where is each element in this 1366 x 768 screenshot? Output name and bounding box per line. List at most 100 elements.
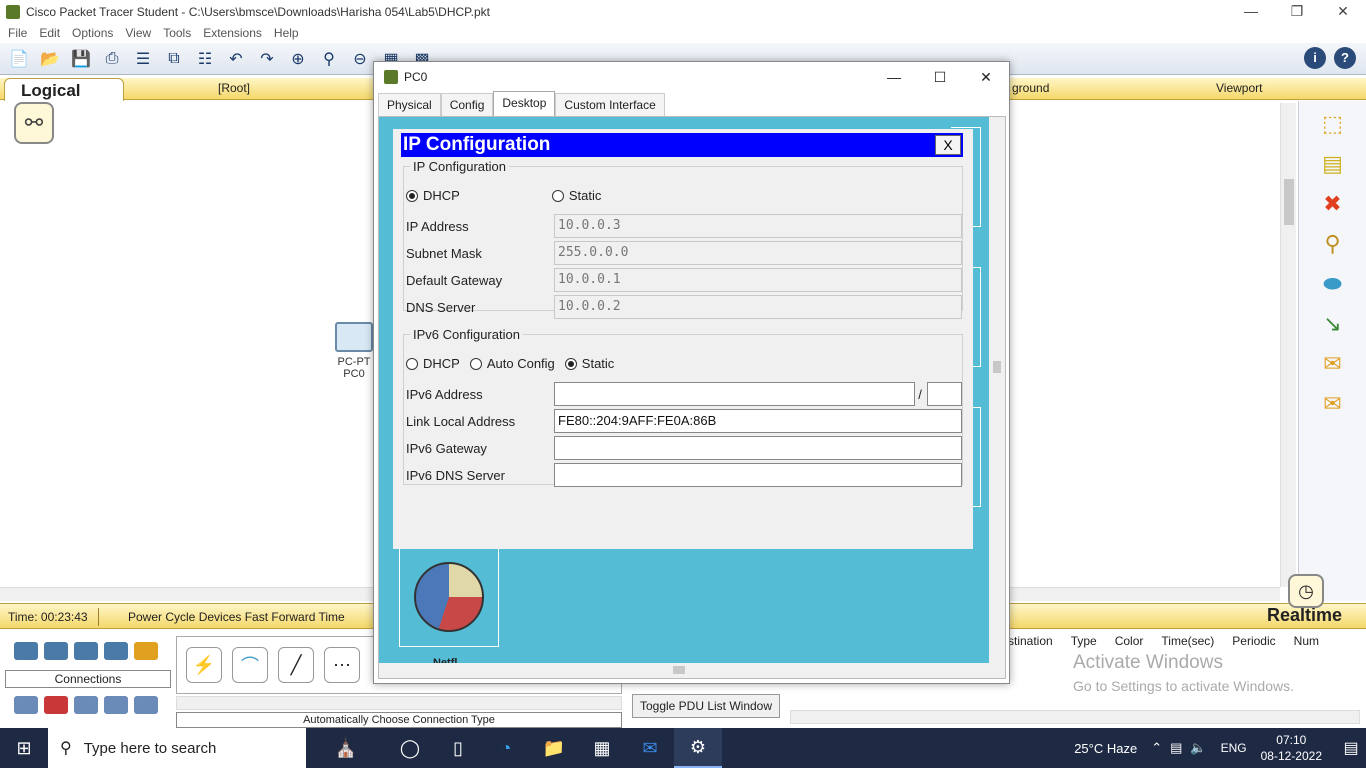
windows-start-icon[interactable]: ⊞ — [0, 728, 48, 768]
taskbar-clock[interactable]: 07:10 08-12-2022 — [1261, 732, 1322, 764]
ipv6-gateway-field[interactable] — [554, 436, 962, 460]
tab-custom-interface[interactable]: Custom Interface — [555, 93, 665, 118]
activity-wizard-icon[interactable]: ☰ — [130, 47, 156, 71]
dialog-minimize-icon[interactable]: — — [871, 62, 917, 92]
tab-physical[interactable]: Physical — [378, 93, 441, 118]
tab-config[interactable]: Config — [440, 93, 494, 118]
ip-config-close-button[interactable]: X — [935, 135, 961, 155]
ipv4-dhcp-label[interactable]: DHCP — [423, 188, 460, 203]
menu-view[interactable]: View — [125, 26, 151, 40]
ipv4-static-radio[interactable] — [551, 189, 564, 202]
connections-category-icon[interactable] — [134, 642, 158, 660]
realtime-clock-icon[interactable]: ◷ — [1288, 574, 1324, 608]
ipv4-static-label[interactable]: Static — [569, 188, 602, 203]
scroll-thumb[interactable] — [1284, 179, 1294, 225]
auto-connection-icon[interactable]: ⚡ — [186, 647, 222, 683]
packet-tracer-taskbar-icon[interactable]: ⚙ — [674, 728, 722, 768]
workspace-vertical-scrollbar[interactable] — [1280, 103, 1296, 587]
end-devices-icon[interactable] — [14, 696, 38, 714]
dialog-horizontal-scrollbar[interactable] — [379, 663, 990, 678]
minimize-icon[interactable]: — — [1228, 0, 1274, 24]
link-local-field[interactable]: FE80::204:9AFF:FE0A:86B — [554, 409, 962, 433]
undo-icon[interactable]: ↶ — [223, 47, 249, 71]
edge-browser-icon[interactable]: ◔ — [482, 728, 530, 768]
redo-icon[interactable]: ↷ — [254, 47, 280, 71]
ipv4-dhcp-radio[interactable] — [406, 189, 418, 202]
toggle-pdu-list-button[interactable]: Toggle PDU List Window — [632, 694, 780, 718]
logical-view-icon[interactable]: ⚯ — [14, 102, 54, 144]
ipv6-static-radio[interactable] — [564, 357, 577, 370]
select-tool-icon[interactable]: ⬚ — [1313, 107, 1353, 141]
inspect-tool-icon[interactable]: ⚲ — [1313, 227, 1353, 261]
volume-icon[interactable]: 🔈 — [1190, 740, 1206, 756]
menu-edit[interactable]: Edit — [39, 26, 60, 40]
ipv6-dns-field[interactable] — [554, 463, 962, 487]
crossover-cable-icon[interactable]: ⋯ — [324, 647, 360, 683]
connections-scrollbar[interactable] — [176, 696, 622, 710]
language-indicator[interactable]: ENG — [1221, 741, 1247, 755]
zoom-reset-icon[interactable]: ⚲ — [316, 47, 342, 71]
wan-emulation-icon[interactable] — [74, 696, 98, 714]
dialog-hscroll-thumb[interactable] — [673, 666, 685, 674]
zoom-in-icon[interactable]: ⊕ — [285, 47, 311, 71]
paste-icon[interactable]: ☷ — [192, 47, 218, 71]
menu-extensions[interactable]: Extensions — [203, 26, 262, 40]
realtime-mode-label[interactable]: Realtime — [1267, 605, 1342, 626]
pc0-device[interactable]: PC-PT PC0 — [330, 322, 378, 380]
ipv6-dhcp-label[interactable]: DHCP — [423, 356, 460, 371]
multiuser-icon[interactable] — [134, 696, 158, 714]
security-icon[interactable] — [44, 696, 68, 714]
save-icon[interactable]: 💾 — [68, 47, 94, 71]
task-view-icon[interactable]: ▯ — [434, 728, 482, 768]
ipv6-dhcp-radio[interactable] — [406, 357, 418, 370]
switches-category-icon[interactable] — [44, 642, 68, 660]
open-folder-icon[interactable]: 📂 — [37, 47, 63, 71]
subnet-mask-field[interactable]: 255.0.0.0 — [554, 241, 962, 265]
dialog-maximize-icon[interactable]: ☐ — [917, 62, 963, 92]
delete-tool-icon[interactable]: ✖ — [1313, 187, 1353, 221]
power-cycle-fast-forward[interactable]: Power Cycle Devices Fast Forward Time — [128, 608, 345, 626]
dialog-vertical-scrollbar[interactable] — [990, 117, 1005, 663]
pdu-scrollbar[interactable] — [790, 710, 1360, 724]
dns-server-field[interactable]: 10.0.0.2 — [554, 295, 962, 319]
print-icon[interactable]: ⎙ — [99, 47, 125, 71]
restore-icon[interactable]: ❐ — [1274, 0, 1320, 24]
logical-tab[interactable]: Logical — [4, 78, 124, 102]
search-highlight-icon[interactable]: ⛪ — [306, 728, 386, 768]
close-icon[interactable]: ✕ — [1320, 0, 1366, 24]
ip-address-field[interactable]: 10.0.0.3 — [554, 214, 962, 238]
ipv6-auto-config-radio[interactable] — [469, 357, 482, 370]
note-tool-icon[interactable]: ▤ — [1313, 147, 1353, 181]
menu-help[interactable]: Help — [274, 26, 299, 40]
weather-widget[interactable]: 25°C Haze — [1074, 741, 1137, 756]
menu-options[interactable]: Options — [72, 26, 113, 40]
netflow-collector-icon[interactable] — [399, 547, 499, 647]
notification-center-icon[interactable]: ▤ — [1336, 738, 1366, 758]
new-file-icon[interactable]: 📄 — [6, 47, 32, 71]
taskbar-search-box[interactable]: ⚲ Type here to search — [48, 728, 306, 768]
routers-category-icon[interactable] — [14, 642, 38, 660]
mail-icon[interactable]: ✉ — [626, 728, 674, 768]
custom-devices-icon[interactable] — [104, 696, 128, 714]
add-complex-pdu-icon[interactable]: ✉ — [1313, 387, 1353, 421]
menu-tools[interactable]: Tools — [163, 26, 191, 40]
default-gateway-field[interactable]: 10.0.0.1 — [554, 268, 962, 292]
help-icon[interactable]: ? — [1334, 47, 1356, 69]
dialog-vscroll-thumb[interactable] — [993, 361, 1001, 373]
straight-through-cable-icon[interactable]: ╱ — [278, 647, 314, 683]
cortana-icon[interactable]: ◯ — [386, 728, 434, 768]
set-background-label[interactable]: ground — [1012, 81, 1049, 95]
ipv6-prefix-length-field[interactable] — [927, 382, 962, 406]
microsoft-store-icon[interactable]: ▦ — [578, 728, 626, 768]
info-icon[interactable]: i — [1304, 47, 1326, 69]
console-cable-icon[interactable]: ⌒ — [232, 647, 268, 683]
viewport-button[interactable]: Viewport — [1216, 81, 1262, 95]
copy-icon[interactable]: ⧉ — [161, 47, 187, 71]
network-icon[interactable]: ▤ — [1170, 740, 1182, 756]
ipv6-auto-config-label[interactable]: Auto Config — [487, 356, 555, 371]
zoom-out-icon[interactable]: ⊖ — [347, 47, 373, 71]
draw-shape-tool-icon[interactable]: ⬬ — [1313, 267, 1353, 301]
menu-file[interactable]: File — [8, 26, 27, 40]
ipv6-address-field[interactable] — [553, 382, 916, 406]
resize-shape-tool-icon[interactable]: ↘ — [1313, 307, 1353, 341]
